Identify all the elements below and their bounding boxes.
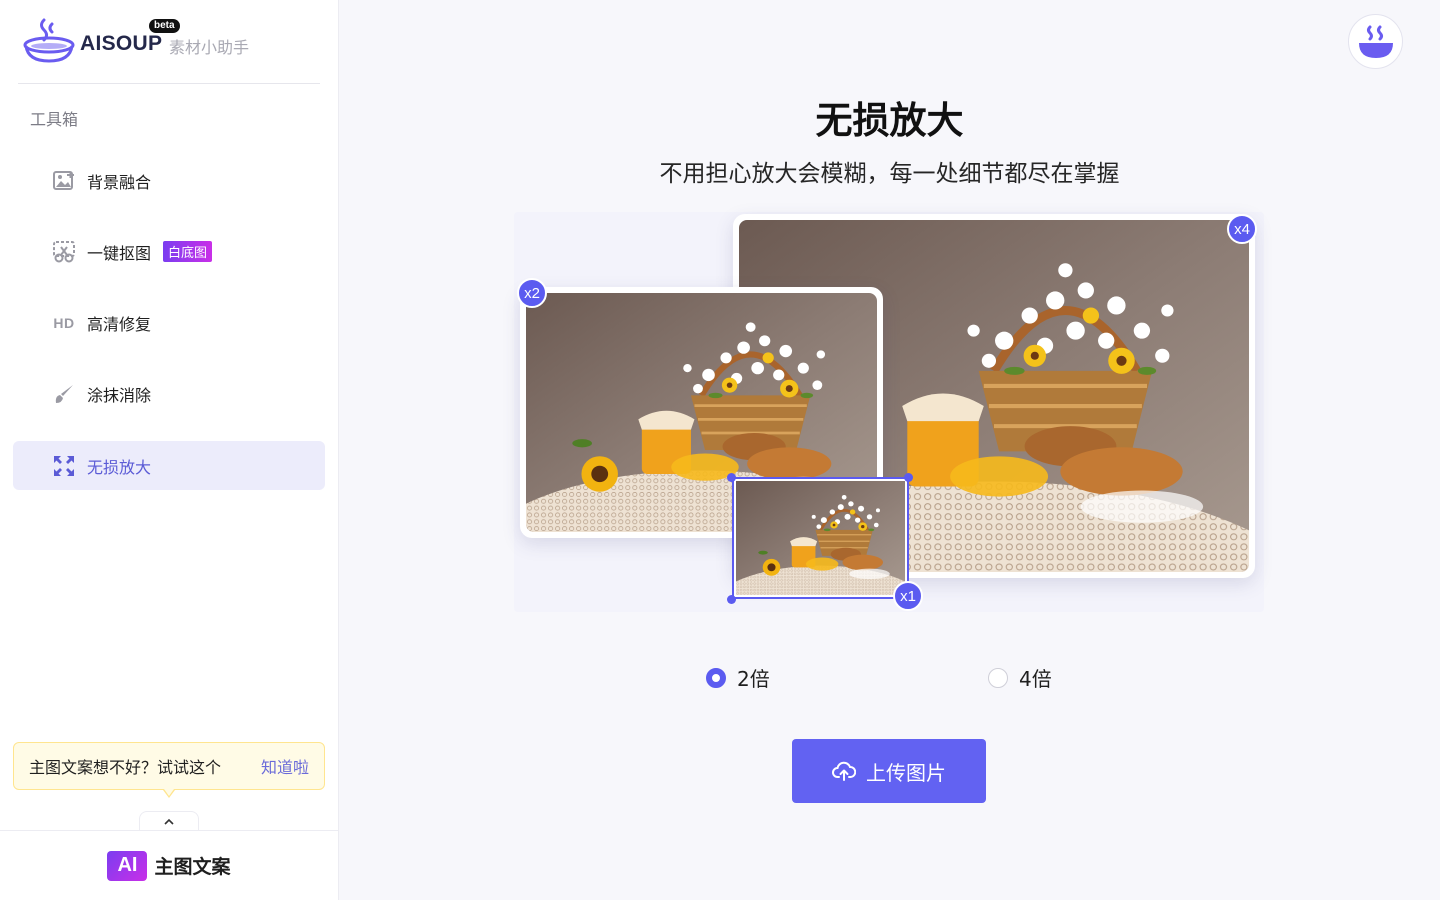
divider (18, 83, 320, 84)
option-label: 2倍 (737, 667, 770, 691)
sidebar-item-smear-erase[interactable]: 涂抹消除 (13, 369, 325, 418)
chevron-up-icon (164, 818, 174, 825)
scale-tag-x1: x1 (893, 581, 923, 611)
sidebar-item-lossless-upscale[interactable]: 无损放大 (13, 441, 325, 490)
sidebar-item-label: 无损放大 (87, 457, 152, 477)
sidebar-item-hd-repair[interactable]: HD 高清修复 (13, 298, 325, 347)
beta-badge: beta (149, 19, 180, 33)
sidebar-item-label: 一键抠图 (87, 243, 152, 263)
demo-image-x1 (707, 477, 934, 659)
radio-button-checked[interactable] (706, 667, 726, 688)
ai-badge: AI (107, 850, 148, 881)
page-title: 无损放大 (815, 99, 964, 142)
cloud-upload-icon (832, 761, 856, 781)
sidebar-item-label: 背景融合 (87, 172, 152, 192)
collapse-toggle[interactable] (139, 811, 199, 831)
tip-banner: 主图文案想不好？试试这个 知道啦 (13, 742, 325, 798)
main-image-copy-label: 主图文案 (154, 856, 231, 878)
upload-image-button[interactable]: 上传图片 (792, 739, 986, 803)
selection-handle (904, 473, 913, 482)
image-edit-icon (52, 169, 76, 193)
brand-name: AISOUP (80, 32, 163, 55)
sidebar-item-background-blend[interactable]: 背景融合 (13, 156, 325, 205)
main-image-copy-button[interactable]: AI 主图文案 (0, 830, 338, 900)
brand-logo[interactable]: AISOUP beta 素材小助手 (22, 18, 322, 68)
tip-pointer (163, 789, 175, 798)
scale-tag-x2: x2 (517, 278, 547, 308)
upload-button-label: 上传图片 (866, 760, 946, 785)
brush-icon (52, 382, 76, 406)
tip-text: 主图文案想不好？试试这个 (29, 758, 222, 777)
section-title: 工具箱 (30, 110, 79, 129)
sidebar-item-label: 涂抹消除 (87, 385, 152, 405)
radio-button[interactable] (988, 667, 1008, 688)
sidebar: AISOUP beta 素材小助手 工具箱 背景融合 一键抠图 白底图 HD 高… (0, 0, 339, 900)
hd-icon: HD (53, 314, 75, 331)
sidebar-item-label: 高清修复 (87, 314, 152, 334)
soup-bowl-avatar-icon (1358, 25, 1393, 58)
brand-subtitle: 素材小助手 (169, 38, 250, 57)
selection-handle (727, 595, 736, 604)
white-background-badge: 白底图 (163, 241, 213, 262)
selection-handle (727, 473, 736, 482)
option-label: 4倍 (1019, 667, 1052, 691)
soup-bowl-logo-icon (23, 18, 75, 63)
option-4x[interactable]: 4倍 (988, 663, 1052, 692)
sidebar-item-one-click-cutout[interactable]: 一键抠图 白底图 (13, 227, 325, 276)
option-2x[interactable]: 2倍 (706, 663, 770, 692)
scale-tag-x4: x4 (1227, 214, 1257, 244)
cutout-icon (52, 240, 76, 264)
got-it-link[interactable]: 知道啦 (261, 754, 309, 778)
expand-icon (52, 454, 76, 478)
user-avatar[interactable] (1348, 14, 1403, 69)
page-subtitle: 不用担心放大会模糊，每一处细节都尽在掌握 (659, 161, 1120, 187)
